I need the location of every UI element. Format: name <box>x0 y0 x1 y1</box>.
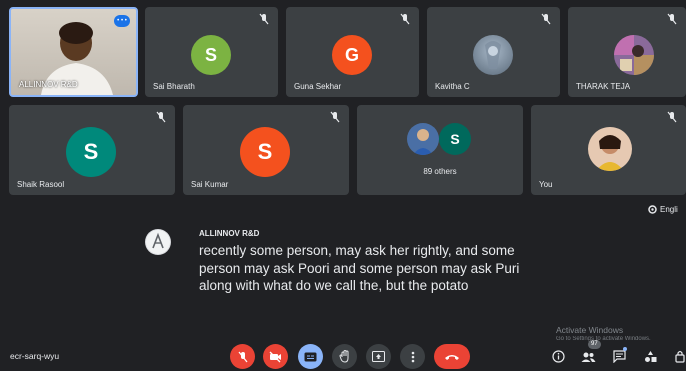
participant-tile-kavitha[interactable]: Kavitha C <box>427 7 560 97</box>
activities-button[interactable] <box>640 346 660 366</box>
activities-icon <box>644 350 656 362</box>
hand-icon <box>338 350 348 363</box>
avatar: G <box>332 35 372 75</box>
avatar: S <box>191 35 231 75</box>
avatar: S <box>240 127 290 177</box>
meet-stage: • • • ALLINNOV R&D S Sai Bharath G Guna … <box>0 0 686 371</box>
profile-photo-icon <box>596 135 624 171</box>
mic-off-icon <box>667 13 677 25</box>
avatar-photo <box>473 35 513 75</box>
self-indicator-badge: • • • <box>114 15 130 27</box>
closed-caption-icon <box>304 352 317 361</box>
participant-name: THARAK TEJA <box>576 82 631 91</box>
people-icon <box>581 352 595 362</box>
participant-tile-you[interactable]: You <box>531 105 686 195</box>
mic-toggle-button[interactable] <box>230 344 255 369</box>
more-vert-icon <box>411 351 414 362</box>
raise-hand-button[interactable] <box>332 344 357 369</box>
participant-tile-sai-kumar[interactable]: S Sai Kumar <box>183 105 349 195</box>
profile-photo-icon <box>485 41 501 69</box>
more-options-button[interactable] <box>400 344 425 369</box>
participant-tile-tharak-teja[interactable]: THARAK TEJA <box>568 7 686 97</box>
chat-button[interactable] <box>609 346 629 366</box>
participant-name: Sai Kumar <box>191 180 229 189</box>
participant-name: Kavitha C <box>435 82 470 91</box>
mic-off-icon <box>237 351 248 362</box>
caption-language-selector[interactable]: Engli <box>648 205 678 214</box>
camera-toggle-button[interactable] <box>263 344 288 369</box>
lock-person-icon <box>675 350 685 363</box>
participant-name: You <box>539 180 553 189</box>
mic-off-icon <box>541 13 551 25</box>
profile-photo-icon <box>614 35 654 75</box>
meeting-details-button[interactable] <box>548 346 568 366</box>
participant-name: Shaik Rasool <box>17 180 65 189</box>
mic-off-icon <box>330 111 340 123</box>
mic-off-icon <box>156 111 166 123</box>
participant-tile-sai-bharath[interactable]: S Sai Bharath <box>145 7 278 97</box>
participant-tile-others[interactable]: S 89 others <box>357 105 523 195</box>
people-count-badge: 97 <box>588 340 601 349</box>
avatar-photo <box>407 123 439 155</box>
chat-notification-dot <box>623 347 627 351</box>
end-call-icon <box>445 354 459 360</box>
participant-name: Guna Sekhar <box>294 82 342 91</box>
present-screen-icon <box>372 351 385 362</box>
participant-name: ALLINNOV R&D <box>19 80 78 89</box>
camera-off-icon <box>269 351 281 362</box>
caption-language-label: Engli <box>660 205 678 214</box>
mic-off-icon <box>667 111 677 123</box>
present-screen-button[interactable] <box>366 344 391 369</box>
mic-off-icon <box>400 13 410 25</box>
leave-call-button[interactable] <box>434 344 470 369</box>
activate-windows-title: Activate Windows <box>556 325 624 335</box>
meeting-code: ecr-sarq-wyu <box>10 351 60 361</box>
host-controls-button[interactable] <box>670 346 686 366</box>
avatar: S <box>66 127 116 177</box>
allinnov-logo-icon <box>146 230 170 254</box>
mic-off-icon <box>259 13 269 25</box>
avatar: S <box>439 123 471 155</box>
profile-photo-icon <box>413 129 433 155</box>
speaker-avatar <box>145 229 171 255</box>
avatar-photo <box>614 35 654 75</box>
others-count-label: 89 others <box>423 167 457 176</box>
info-icon <box>551 349 565 363</box>
participant-name: Sai Bharath <box>153 82 195 91</box>
people-button[interactable]: 97 <box>578 340 601 366</box>
participant-tile-guna-sekhar[interactable]: G Guna Sekhar <box>286 7 419 97</box>
participant-tile-allinnov[interactable]: • • • ALLINNOV R&D <box>9 7 138 97</box>
avatar-photo <box>588 127 632 171</box>
caption-text: recently some person, may ask her rightl… <box>199 243 520 293</box>
participant-tile-shaik-rasool[interactable]: S Shaik Rasool <box>9 105 175 195</box>
caption-speaker-name: ALLINNOV R&D <box>199 229 260 238</box>
settings-icon <box>648 205 657 214</box>
chat-icon <box>612 349 626 363</box>
captions-button[interactable] <box>298 344 323 369</box>
activate-windows-subtitle: Go to Settings to activate Windows. <box>556 336 651 342</box>
